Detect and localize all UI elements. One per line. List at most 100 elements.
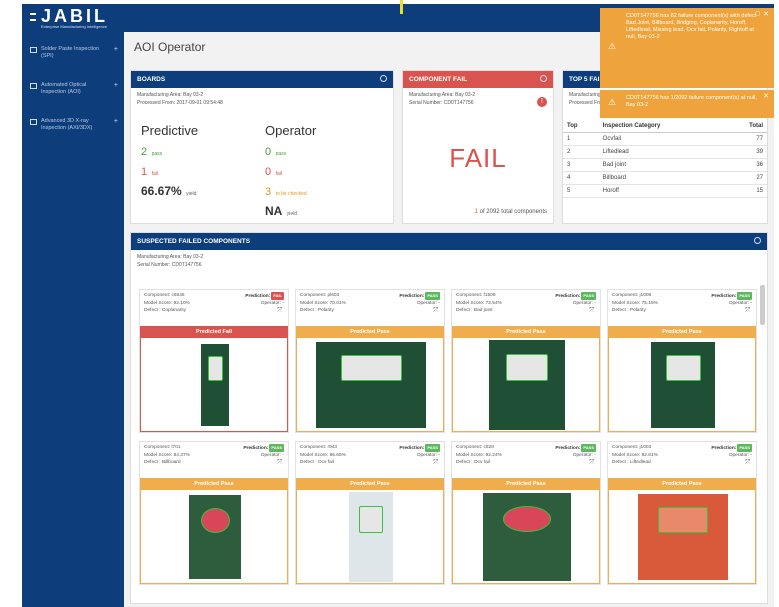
component-tile[interactable]: Component: c828 Model Score: 92.24% Defe… bbox=[451, 441, 601, 585]
pin-icon[interactable]: ◻ bbox=[755, 11, 760, 18]
category-cell: Horoff bbox=[598, 184, 725, 198]
component-tile[interactable]: Component: f1509 Model Score: 72.54% Def… bbox=[451, 289, 601, 433]
boards-title: BOARDS bbox=[137, 76, 166, 83]
warning-icon: ⚠ bbox=[608, 41, 617, 51]
component-image[interactable] bbox=[608, 338, 756, 432]
top5-table: Top Inspection Category Total 1 Ocvfail 77… bbox=[563, 120, 767, 198]
expand-icon[interactable]: ⤧ bbox=[433, 460, 438, 468]
component-tile[interactable]: Component: c6545 Model Score: 92.10% Def… bbox=[139, 289, 289, 433]
operator-label: Operator: bbox=[572, 453, 594, 458]
component-image[interactable] bbox=[296, 338, 444, 432]
category-cell: Bad joint bbox=[598, 158, 725, 172]
component-part bbox=[340, 354, 402, 381]
boards-card: BOARDS Manufacturing Area: Bay 03-2 Proc… bbox=[130, 70, 394, 224]
table-row[interactable]: 2 Liftedlead 39 bbox=[563, 145, 767, 159]
defect-value: Polarity bbox=[629, 308, 646, 313]
component-part bbox=[359, 505, 383, 533]
settings-icon[interactable] bbox=[380, 75, 387, 82]
component-tile[interactable]: Component: l701 Model Score: 84.37% Defe… bbox=[139, 441, 289, 585]
operator-value: - bbox=[594, 301, 596, 306]
component-tile[interactable]: Component: j1006 Model Score: 75.15% Def… bbox=[607, 289, 757, 433]
component-label: Component: bbox=[612, 293, 639, 298]
notification-text: CD0T147756 has 1/2092 failure component(… bbox=[626, 95, 757, 108]
table-row[interactable]: 1 Ocvfail 77 bbox=[563, 132, 767, 146]
component-image[interactable] bbox=[140, 338, 288, 432]
predictive-panel: Predictive 2 pass 1 fail 66.67% yield bbox=[141, 123, 198, 200]
notification-text: CD0T147756 has 82 failure component(s) w… bbox=[626, 13, 757, 40]
expand-icon[interactable]: ⤧ bbox=[277, 460, 282, 468]
component-id: l701 bbox=[171, 445, 181, 450]
operator-value: - bbox=[750, 453, 752, 458]
fail-label: fail bbox=[275, 171, 282, 177]
sidebar-item-spi[interactable]: Solder Paste Inspection (SPI) + bbox=[22, 40, 124, 76]
prediction-label: Prediction: bbox=[555, 446, 581, 451]
component-tile[interactable]: Component: j1003 Model Score: 92.81% Def… bbox=[607, 441, 757, 585]
prediction-banner: Predicted Pass bbox=[140, 478, 288, 490]
close-icon[interactable]: ✕ bbox=[763, 93, 769, 100]
settings-icon[interactable] bbox=[540, 75, 547, 82]
page-title: AOI Operator bbox=[134, 40, 206, 54]
sidebar-item-axi[interactable]: Advanced 3D X-ray Inspection (AXI/3DX) + bbox=[22, 112, 124, 148]
prediction-banner: Predicted Pass bbox=[296, 326, 444, 338]
monitor-icon bbox=[30, 83, 37, 89]
brand-logo: JABIL Enterprise Manufacturing Intellige… bbox=[41, 7, 108, 29]
total-cell: 77 bbox=[724, 132, 767, 146]
component-id: f1509 bbox=[483, 293, 496, 298]
alert-icon: ! bbox=[537, 97, 547, 107]
component-part bbox=[658, 506, 708, 533]
suspected-meta: Manufacturing Area: Bay 03-2 Serial Numb… bbox=[131, 250, 767, 272]
defect-value: Polarity bbox=[317, 308, 334, 313]
total-cell: 36 bbox=[724, 158, 767, 172]
component-image[interactable] bbox=[140, 490, 288, 584]
expand-icon[interactable]: ⤧ bbox=[277, 308, 282, 316]
scrollbar[interactable] bbox=[760, 285, 765, 325]
expand-icon[interactable]: ⤧ bbox=[433, 308, 438, 316]
warning-icon: ⚠ bbox=[608, 97, 617, 107]
expand-icon[interactable]: ⤧ bbox=[745, 308, 750, 316]
notification-toast[interactable]: ⚠ CD0T147756 has 82 failure component(s)… bbox=[600, 8, 774, 88]
tile-info: Component: c6545 Model Score: 92.10% Def… bbox=[140, 290, 288, 326]
total-cell: 39 bbox=[724, 145, 767, 159]
component-tile[interactable]: Component: r943 Model Score: 86.65% Defe… bbox=[295, 441, 445, 585]
operator-value: - bbox=[438, 453, 440, 458]
total-cell: 15 bbox=[724, 184, 767, 198]
sidebar-item-label: Automated Optical Inspection (AOI) bbox=[41, 82, 87, 95]
operator-label: Operator: bbox=[416, 301, 438, 306]
predictive-heading: Predictive bbox=[141, 123, 199, 138]
expand-icon[interactable]: + bbox=[114, 46, 118, 53]
component-label: Component: bbox=[300, 293, 327, 298]
component-part bbox=[665, 354, 701, 381]
settings-icon[interactable] bbox=[754, 237, 761, 244]
table-row[interactable]: 4 Billboard 27 bbox=[563, 171, 767, 185]
prediction-badge: FAIL bbox=[271, 292, 284, 300]
serial-text: Serial Number: CD0T147756 bbox=[409, 100, 474, 106]
table-row[interactable]: 3 Bad joint 36 bbox=[563, 158, 767, 172]
component-image[interactable] bbox=[296, 490, 444, 584]
operator-label: Operator: bbox=[260, 301, 282, 306]
operator-pass-count: 0 bbox=[265, 146, 272, 158]
component-image[interactable] bbox=[452, 490, 600, 584]
prediction-label: Prediction: bbox=[243, 446, 269, 451]
close-icon[interactable]: ✕ bbox=[763, 11, 769, 18]
menu-icon[interactable] bbox=[30, 13, 36, 21]
expand-icon[interactable]: ⤧ bbox=[589, 460, 594, 468]
score-label: Model Score: bbox=[456, 452, 485, 458]
expand-icon[interactable]: + bbox=[114, 82, 118, 89]
component-image[interactable] bbox=[452, 338, 600, 432]
table-row[interactable]: 5 Horoff 15 bbox=[563, 184, 767, 198]
rank-cell: 4 bbox=[563, 171, 599, 185]
component-image[interactable] bbox=[608, 490, 756, 584]
component-label: Component: bbox=[612, 445, 639, 450]
serial-text: Serial Number: CD0T147756 bbox=[137, 262, 202, 268]
component-fail-card: COMPONENT FAIL Manufacturing Area: Bay 0… bbox=[402, 70, 554, 224]
expand-icon[interactable]: + bbox=[114, 118, 118, 125]
component-tile[interactable]: Component: pl603 Model Score: 70.01% Def… bbox=[295, 289, 445, 433]
expand-icon[interactable]: ⤧ bbox=[589, 308, 594, 316]
sidebar-item-aoi[interactable]: Automated Optical Inspection (AOI) + bbox=[22, 76, 124, 112]
area-text: Manufacturing Area: Bay 03-2 bbox=[137, 92, 204, 98]
score-label: Model Score: bbox=[612, 300, 641, 306]
expand-icon[interactable]: ⤧ bbox=[745, 460, 750, 468]
defect-label: Defect : bbox=[300, 460, 317, 465]
notification-toast[interactable]: ⚠ CD0T147756 has 1/2092 failure componen… bbox=[600, 90, 774, 118]
model-score: 72.54% bbox=[485, 300, 502, 306]
